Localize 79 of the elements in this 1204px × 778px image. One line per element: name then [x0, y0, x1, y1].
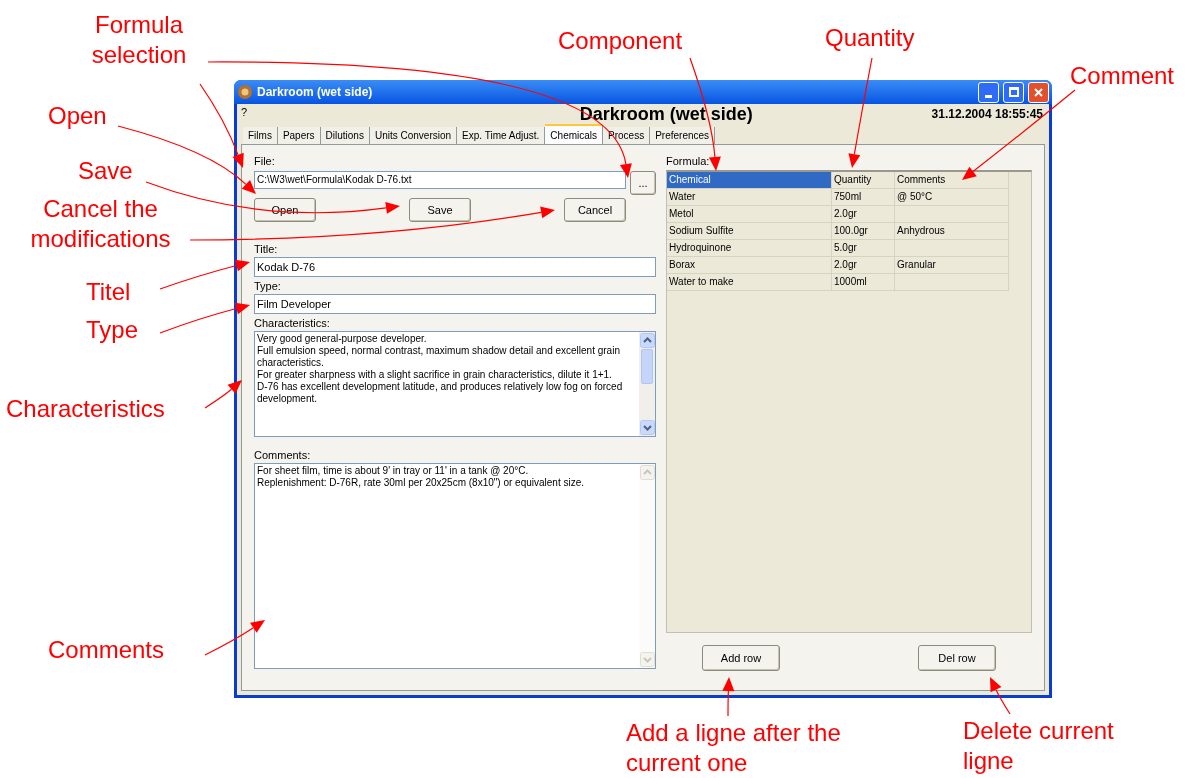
annotation-label: Comment	[1070, 61, 1176, 91]
table-cell: 750ml	[832, 189, 895, 206]
tab[interactable]: Preferences	[650, 127, 716, 144]
tab[interactable]: Films	[243, 127, 278, 144]
window-title: Darkroom (wet side)	[257, 84, 374, 101]
table-cell: Water	[667, 189, 832, 206]
annotation-label: Delete current ligne	[963, 716, 1115, 776]
annotation-label: Save	[78, 156, 134, 186]
annotation-label: Comments	[48, 635, 166, 665]
app-icon	[237, 84, 253, 100]
tab[interactable]: Units Conversion	[369, 127, 458, 144]
row-button[interactable]: Del row	[918, 645, 996, 671]
column-header[interactable]: Quantity	[832, 172, 895, 189]
scroll-up-icon[interactable]	[640, 333, 655, 348]
help-mark[interactable]: ?	[241, 104, 281, 121]
tab[interactable]: Dilutions	[320, 127, 370, 144]
file-button[interactable]: Save	[409, 198, 471, 222]
scroll-down-icon[interactable]	[640, 420, 655, 435]
date-time: 31.12.2004 18:55:45	[931, 106, 1044, 123]
file-path-field[interactable]: C:\W3\wet\Formula\Kodak D-76.txt	[254, 171, 626, 189]
text-line: For sheet film, time is about 9' in tray or 11' in a tank @ 20°C.	[257, 465, 530, 477]
minimize-button[interactable]	[978, 81, 999, 103]
field-label: File:	[254, 155, 276, 168]
table-cell: 5.0gr	[832, 240, 895, 257]
text-line: D-76 has excellent development latitude, and produces relatively low fog on forced development.	[257, 381, 624, 405]
annotation-arrow	[990, 677, 1011, 715]
annotation-arrow	[204, 380, 242, 409]
characteristics-field[interactable]	[254, 331, 656, 437]
field-label: Formula:	[666, 155, 711, 168]
annotation-label: Quantity	[825, 23, 916, 53]
table-cell: Metol	[667, 206, 832, 223]
row-button[interactable]: Add row	[702, 645, 780, 671]
close-icon	[1033, 86, 1044, 98]
table-cell: Granular	[895, 257, 1009, 274]
annotation-label: Titel	[86, 277, 132, 307]
table-cell: 1000ml	[832, 274, 895, 291]
annotation-label: Characteristics	[6, 394, 166, 424]
title-field[interactable]: Kodak D-76	[254, 257, 656, 277]
annotation-label: Cancel the modifications	[29, 194, 172, 254]
type-field[interactable]: Film Developer	[254, 294, 656, 314]
field-label: Characteristics:	[254, 317, 331, 330]
app-heading: Darkroom (wet side)	[578, 104, 754, 124]
annotation-label: Formula selection	[90, 10, 188, 70]
field-label: Type:	[254, 280, 282, 293]
minimize-icon	[985, 94, 992, 98]
field-label: Comments:	[254, 449, 312, 462]
text-line: Full emulsion speed, normal contrast, maximum shadow detail and excellent grain characteristics.	[257, 345, 621, 369]
annotation-label: Add a ligne after the current one	[626, 718, 842, 778]
annotation-label: Open	[48, 101, 108, 131]
table-cell: Hydroquinone	[667, 240, 832, 257]
table-cell: @ 50°C	[895, 189, 1009, 206]
close-button[interactable]	[1028, 81, 1049, 103]
table-cell: Anhydrous	[895, 223, 1009, 240]
table-cell: 100.0gr	[832, 223, 895, 240]
table-cell: 2.0gr	[832, 206, 895, 223]
tab[interactable]: Exp. Time Adjust.	[457, 127, 546, 144]
scroll-thumb[interactable]	[641, 349, 653, 384]
annotation-label: Type	[86, 315, 140, 345]
table-cell: Water to make	[667, 274, 832, 291]
browse-button[interactable]: ...	[630, 171, 656, 195]
formula-grid[interactable]: Chemical Quantity Comments Water 750ml @ 50°C Metol 2.0gr Sodium Sulfite 100.0gr Anhydrous Hydroquinone 5.0gr Borax 2.0gr Granular Water to make 1000ml	[666, 170, 1032, 633]
tab[interactable]: Chemicals	[545, 124, 604, 144]
annotation-arrow	[722, 677, 735, 717]
table-cell: Sodium Sulfite	[667, 223, 832, 240]
text-line: For greater sharpness with a slight sacrifice in grain characteristics, dilute it 1+1.	[257, 369, 613, 381]
table-cell: Borax	[667, 257, 832, 274]
table-cell: 2.0gr	[832, 257, 895, 274]
column-header[interactable]: Chemical	[667, 172, 832, 189]
maximize-button[interactable]	[1003, 81, 1024, 103]
tab[interactable]: Papers	[277, 127, 321, 144]
annotation-arrow	[204, 620, 265, 656]
comments-field[interactable]: For sheet film, time is about 9' in tray or 11' in a tank @ 20°C. Replenishment: D-76R, rate 30ml per 20x25cm (8x10") or equivalent size.	[254, 463, 656, 669]
text-line: Very good general-purpose developer.	[257, 333, 428, 345]
file-button[interactable]: Cancel	[564, 198, 626, 222]
scrollbar[interactable]	[639, 332, 655, 436]
text-line: Replenishment: D-76R, rate 30ml per 20x25cm (8x10") or equivalent size.	[257, 477, 586, 489]
maximize-icon	[1008, 87, 1019, 97]
annotation-label: Component	[558, 26, 684, 56]
field-label: Title:	[254, 243, 279, 256]
